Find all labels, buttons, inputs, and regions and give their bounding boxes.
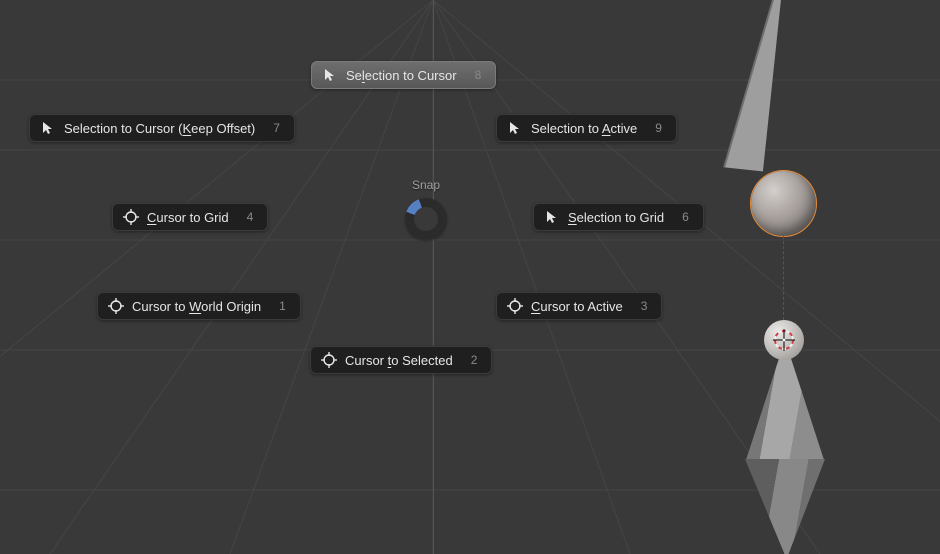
pie-item-label: Cursor to Selected: [345, 353, 453, 368]
pie-item-shortcut: 1: [279, 299, 286, 313]
pie-item-cursor-to-active[interactable]: Cursor to Active 3: [496, 292, 662, 320]
scene-sphere-selected[interactable]: [751, 171, 816, 236]
scene-sphere-small[interactable]: [764, 320, 804, 360]
pie-item-label: Cursor to Grid: [147, 210, 229, 225]
pie-item-shortcut: 4: [247, 210, 254, 224]
pie-item-selection-to-cursor[interactable]: Selection to Cursor 8: [311, 61, 496, 89]
pie-item-selection-to-cursor-keep-offset[interactable]: Selection to Cursor (Keep Offset) 7: [29, 114, 295, 142]
pie-item-selection-to-grid[interactable]: Selection to Grid 6: [533, 203, 704, 231]
pie-item-shortcut: 8: [475, 68, 482, 82]
target-icon: [507, 298, 523, 314]
pie-item-label: Selection to Grid: [568, 210, 664, 225]
pie-item-shortcut: 6: [682, 210, 689, 224]
pie-item-cursor-to-grid[interactable]: Cursor to Grid 4: [112, 203, 268, 231]
target-icon: [321, 352, 337, 368]
pie-item-shortcut: 3: [641, 299, 648, 313]
cursor-arrow-icon: [507, 120, 523, 136]
relationship-line: [783, 236, 784, 320]
pie-item-cursor-to-selected[interactable]: Cursor to Selected 2: [310, 346, 492, 374]
blender-3d-viewport[interactable]: Snap Selection to Cursor 8 Selection to …: [0, 0, 940, 554]
pie-item-label: Selection to Cursor: [346, 68, 457, 83]
pie-item-shortcut: 7: [273, 121, 280, 135]
pie-item-label: Cursor to Active: [531, 299, 623, 314]
cursor-arrow-icon: [544, 209, 560, 225]
cursor-arrow-icon: [322, 67, 338, 83]
pie-item-selection-to-active[interactable]: Selection to Active 9: [496, 114, 677, 142]
pie-item-label: Cursor to World Origin: [132, 299, 261, 314]
pie-menu-center: Snap: [405, 178, 447, 240]
target-icon: [123, 209, 139, 225]
pie-item-shortcut: 2: [471, 353, 478, 367]
pie-direction-ring-icon: [405, 198, 447, 240]
pie-item-label: Selection to Active: [531, 121, 637, 136]
pie-item-cursor-to-world-origin[interactable]: Cursor to World Origin 1: [97, 292, 301, 320]
target-icon: [108, 298, 124, 314]
pie-menu-title: Snap: [405, 178, 447, 192]
pie-item-shortcut: 9: [655, 121, 662, 135]
pie-item-label: Selection to Cursor (Keep Offset): [64, 121, 255, 136]
cursor-arrow-icon: [40, 120, 56, 136]
